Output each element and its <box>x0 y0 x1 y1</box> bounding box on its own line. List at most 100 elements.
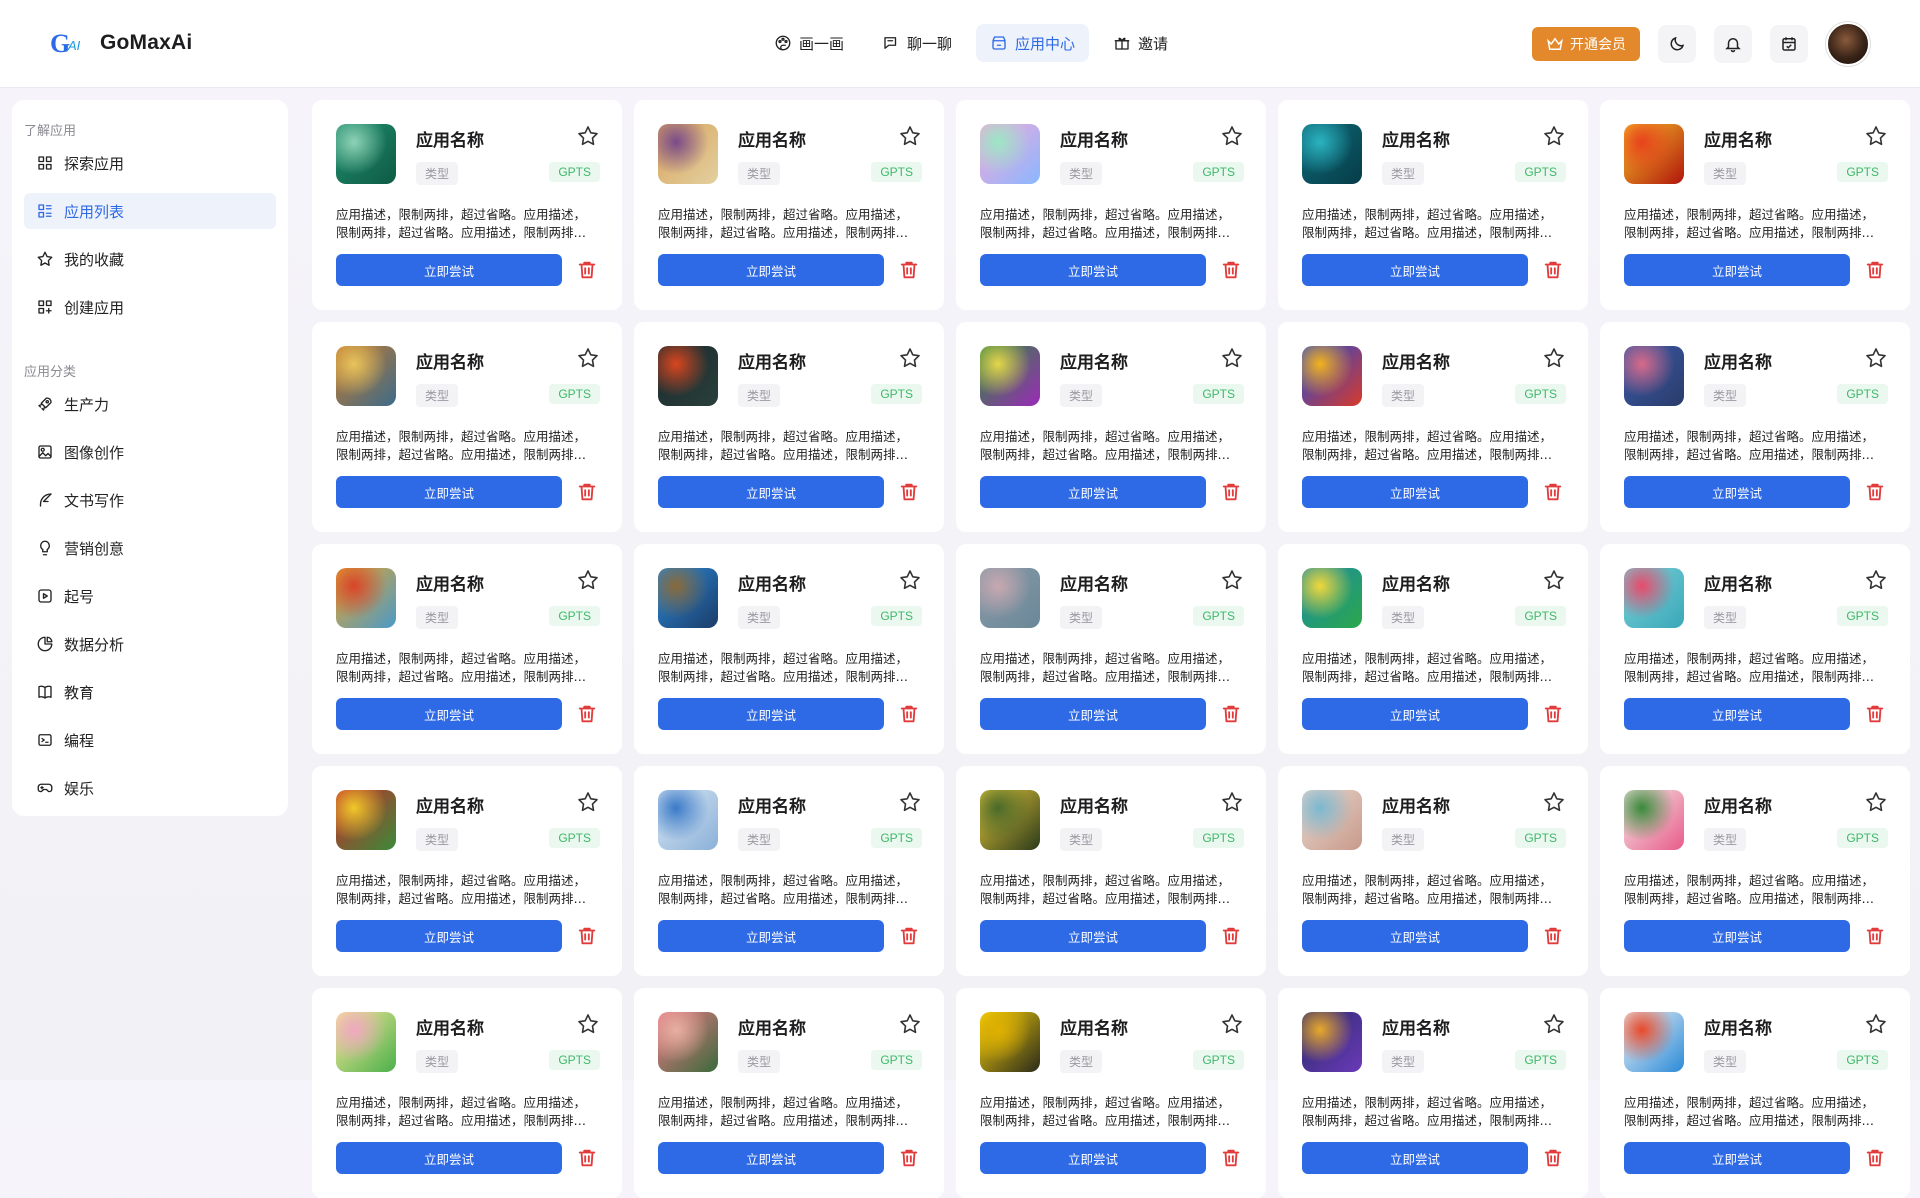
delete-trash-icon[interactable] <box>1220 925 1242 947</box>
app-card[interactable]: 应用名称 类型 GPTS 应用描述，限制两排，超过省略。应用描述，限制两排，超过… <box>1278 988 1588 1198</box>
app-card[interactable]: 应用名称 类型 GPTS 应用描述，限制两排，超过省略。应用描述，限制两排，超过… <box>1600 544 1910 754</box>
app-card[interactable]: 应用名称 类型 GPTS 应用描述，限制两排，超过省略。应用描述，限制两排，超过… <box>956 322 1266 532</box>
app-logo[interactable]: G AI GoMaxAi <box>48 26 192 60</box>
delete-trash-icon[interactable] <box>576 1147 598 1169</box>
try-now-button[interactable]: 立即尝试 <box>1302 254 1528 286</box>
delete-trash-icon[interactable] <box>898 925 920 947</box>
delete-trash-icon[interactable] <box>576 925 598 947</box>
sidebar-item-group2-4[interactable]: 起号 <box>24 578 276 614</box>
delete-trash-icon[interactable] <box>1220 259 1242 281</box>
delete-trash-icon[interactable] <box>1542 1147 1564 1169</box>
app-card[interactable]: 应用名称 类型 GPTS 应用描述，限制两排，超过省略。应用描述，限制两排，超过… <box>634 100 944 310</box>
try-now-button[interactable]: 立即尝试 <box>658 254 884 286</box>
user-avatar[interactable] <box>1826 22 1870 66</box>
theme-toggle-button[interactable] <box>1658 25 1696 63</box>
favorite-star-icon[interactable] <box>1864 124 1888 148</box>
try-now-button[interactable]: 立即尝试 <box>1624 476 1850 508</box>
favorite-star-icon[interactable] <box>1864 1012 1888 1036</box>
sidebar-item-group1-0[interactable]: 探索应用 <box>24 145 276 181</box>
favorite-star-icon[interactable] <box>1220 1012 1244 1036</box>
nav-item-3[interactable]: 邀请 <box>1099 24 1182 62</box>
try-now-button[interactable]: 立即尝试 <box>980 920 1206 952</box>
try-now-button[interactable]: 立即尝试 <box>1624 254 1850 286</box>
app-card[interactable]: 应用名称 类型 GPTS 应用描述，限制两排，超过省略。应用描述，限制两排，超过… <box>312 322 622 532</box>
favorite-star-icon[interactable] <box>898 568 922 592</box>
app-card[interactable]: 应用名称 类型 GPTS 应用描述，限制两排，超过省略。应用描述，限制两排，超过… <box>634 766 944 976</box>
try-now-button[interactable]: 立即尝试 <box>1302 476 1528 508</box>
app-card[interactable]: 应用名称 类型 GPTS 应用描述，限制两排，超过省略。应用描述，限制两排，超过… <box>1600 322 1910 532</box>
delete-trash-icon[interactable] <box>1542 481 1564 503</box>
delete-trash-icon[interactable] <box>1220 481 1242 503</box>
app-card[interactable]: 应用名称 类型 GPTS 应用描述，限制两排，超过省略。应用描述，限制两排，超过… <box>1600 988 1910 1198</box>
favorite-star-icon[interactable] <box>1542 790 1566 814</box>
favorite-star-icon[interactable] <box>1220 124 1244 148</box>
favorite-star-icon[interactable] <box>898 790 922 814</box>
delete-trash-icon[interactable] <box>1220 1147 1242 1169</box>
delete-trash-icon[interactable] <box>1864 925 1886 947</box>
try-now-button[interactable]: 立即尝试 <box>1302 1142 1528 1174</box>
app-card[interactable]: 应用名称 类型 GPTS 应用描述，限制两排，超过省略。应用描述，限制两排，超过… <box>312 988 622 1198</box>
sidebar-item-group1-2[interactable]: 我的收藏 <box>24 241 276 277</box>
favorite-star-icon[interactable] <box>576 790 600 814</box>
nav-item-1[interactable]: 聊一聊 <box>868 24 966 62</box>
vip-button[interactable]: 开通会员 <box>1532 27 1640 61</box>
sidebar-item-group2-7[interactable]: 编程 <box>24 722 276 758</box>
app-card[interactable]: 应用名称 类型 GPTS 应用描述，限制两排，超过省略。应用描述，限制两排，超过… <box>1600 766 1910 976</box>
delete-trash-icon[interactable] <box>576 703 598 725</box>
sidebar-item-group2-0[interactable]: 生产力 <box>24 386 276 422</box>
try-now-button[interactable]: 立即尝试 <box>658 1142 884 1174</box>
delete-trash-icon[interactable] <box>1864 259 1886 281</box>
try-now-button[interactable]: 立即尝试 <box>1624 1142 1850 1174</box>
app-card[interactable]: 应用名称 类型 GPTS 应用描述，限制两排，超过省略。应用描述，限制两排，超过… <box>312 544 622 754</box>
app-card[interactable]: 应用名称 类型 GPTS 应用描述，限制两排，超过省略。应用描述，限制两排，超过… <box>1278 322 1588 532</box>
sidebar-item-group2-2[interactable]: 文书写作 <box>24 482 276 518</box>
try-now-button[interactable]: 立即尝试 <box>658 920 884 952</box>
delete-trash-icon[interactable] <box>898 703 920 725</box>
try-now-button[interactable]: 立即尝试 <box>1302 698 1528 730</box>
try-now-button[interactable]: 立即尝试 <box>336 698 562 730</box>
sidebar-item-group2-3[interactable]: 营销创意 <box>24 530 276 566</box>
sidebar-item-group2-1[interactable]: 图像创作 <box>24 434 276 470</box>
favorite-star-icon[interactable] <box>898 124 922 148</box>
favorite-star-icon[interactable] <box>1864 568 1888 592</box>
app-card[interactable]: 应用名称 类型 GPTS 应用描述，限制两排，超过省略。应用描述，限制两排，超过… <box>956 100 1266 310</box>
app-card[interactable]: 应用名称 类型 GPTS 应用描述，限制两排，超过省略。应用描述，限制两排，超过… <box>1278 100 1588 310</box>
app-card[interactable]: 应用名称 类型 GPTS 应用描述，限制两排，超过省略。应用描述，限制两排，超过… <box>312 100 622 310</box>
delete-trash-icon[interactable] <box>576 481 598 503</box>
delete-trash-icon[interactable] <box>1864 1147 1886 1169</box>
checkin-button[interactable] <box>1770 25 1808 63</box>
try-now-button[interactable]: 立即尝试 <box>980 1142 1206 1174</box>
app-card[interactable]: 应用名称 类型 GPTS 应用描述，限制两排，超过省略。应用描述，限制两排，超过… <box>312 766 622 976</box>
app-card[interactable]: 应用名称 类型 GPTS 应用描述，限制两排，超过省略。应用描述，限制两排，超过… <box>1600 100 1910 310</box>
favorite-star-icon[interactable] <box>576 1012 600 1036</box>
try-now-button[interactable]: 立即尝试 <box>336 254 562 286</box>
try-now-button[interactable]: 立即尝试 <box>336 1142 562 1174</box>
sidebar-item-group1-1[interactable]: 应用列表 <box>24 193 276 229</box>
favorite-star-icon[interactable] <box>1542 568 1566 592</box>
sidebar-item-group2-5[interactable]: 数据分析 <box>24 626 276 662</box>
try-now-button[interactable]: 立即尝试 <box>980 254 1206 286</box>
nav-item-2[interactable]: 应用中心 <box>976 24 1090 62</box>
try-now-button[interactable]: 立即尝试 <box>1624 920 1850 952</box>
app-card[interactable]: 应用名称 类型 GPTS 应用描述，限制两排，超过省略。应用描述，限制两排，超过… <box>956 544 1266 754</box>
try-now-button[interactable]: 立即尝试 <box>980 476 1206 508</box>
favorite-star-icon[interactable] <box>576 124 600 148</box>
app-card[interactable]: 应用名称 类型 GPTS 应用描述，限制两排，超过省略。应用描述，限制两排，超过… <box>956 766 1266 976</box>
delete-trash-icon[interactable] <box>1542 703 1564 725</box>
favorite-star-icon[interactable] <box>1220 346 1244 370</box>
try-now-button[interactable]: 立即尝试 <box>1302 920 1528 952</box>
nav-item-0[interactable]: 画一画 <box>760 24 858 62</box>
delete-trash-icon[interactable] <box>898 1147 920 1169</box>
delete-trash-icon[interactable] <box>1864 481 1886 503</box>
try-now-button[interactable]: 立即尝试 <box>658 698 884 730</box>
app-card[interactable]: 应用名称 类型 GPTS 应用描述，限制两排，超过省略。应用描述，限制两排，超过… <box>956 988 1266 1198</box>
notifications-button[interactable] <box>1714 25 1752 63</box>
try-now-button[interactable]: 立即尝试 <box>1624 698 1850 730</box>
favorite-star-icon[interactable] <box>1864 790 1888 814</box>
sidebar-item-group1-3[interactable]: 创建应用 <box>24 289 276 325</box>
favorite-star-icon[interactable] <box>1542 346 1566 370</box>
app-card[interactable]: 应用名称 类型 GPTS 应用描述，限制两排，超过省略。应用描述，限制两排，超过… <box>634 988 944 1198</box>
app-card[interactable]: 应用名称 类型 GPTS 应用描述，限制两排，超过省略。应用描述，限制两排，超过… <box>634 322 944 532</box>
favorite-star-icon[interactable] <box>898 346 922 370</box>
try-now-button[interactable]: 立即尝试 <box>980 698 1206 730</box>
